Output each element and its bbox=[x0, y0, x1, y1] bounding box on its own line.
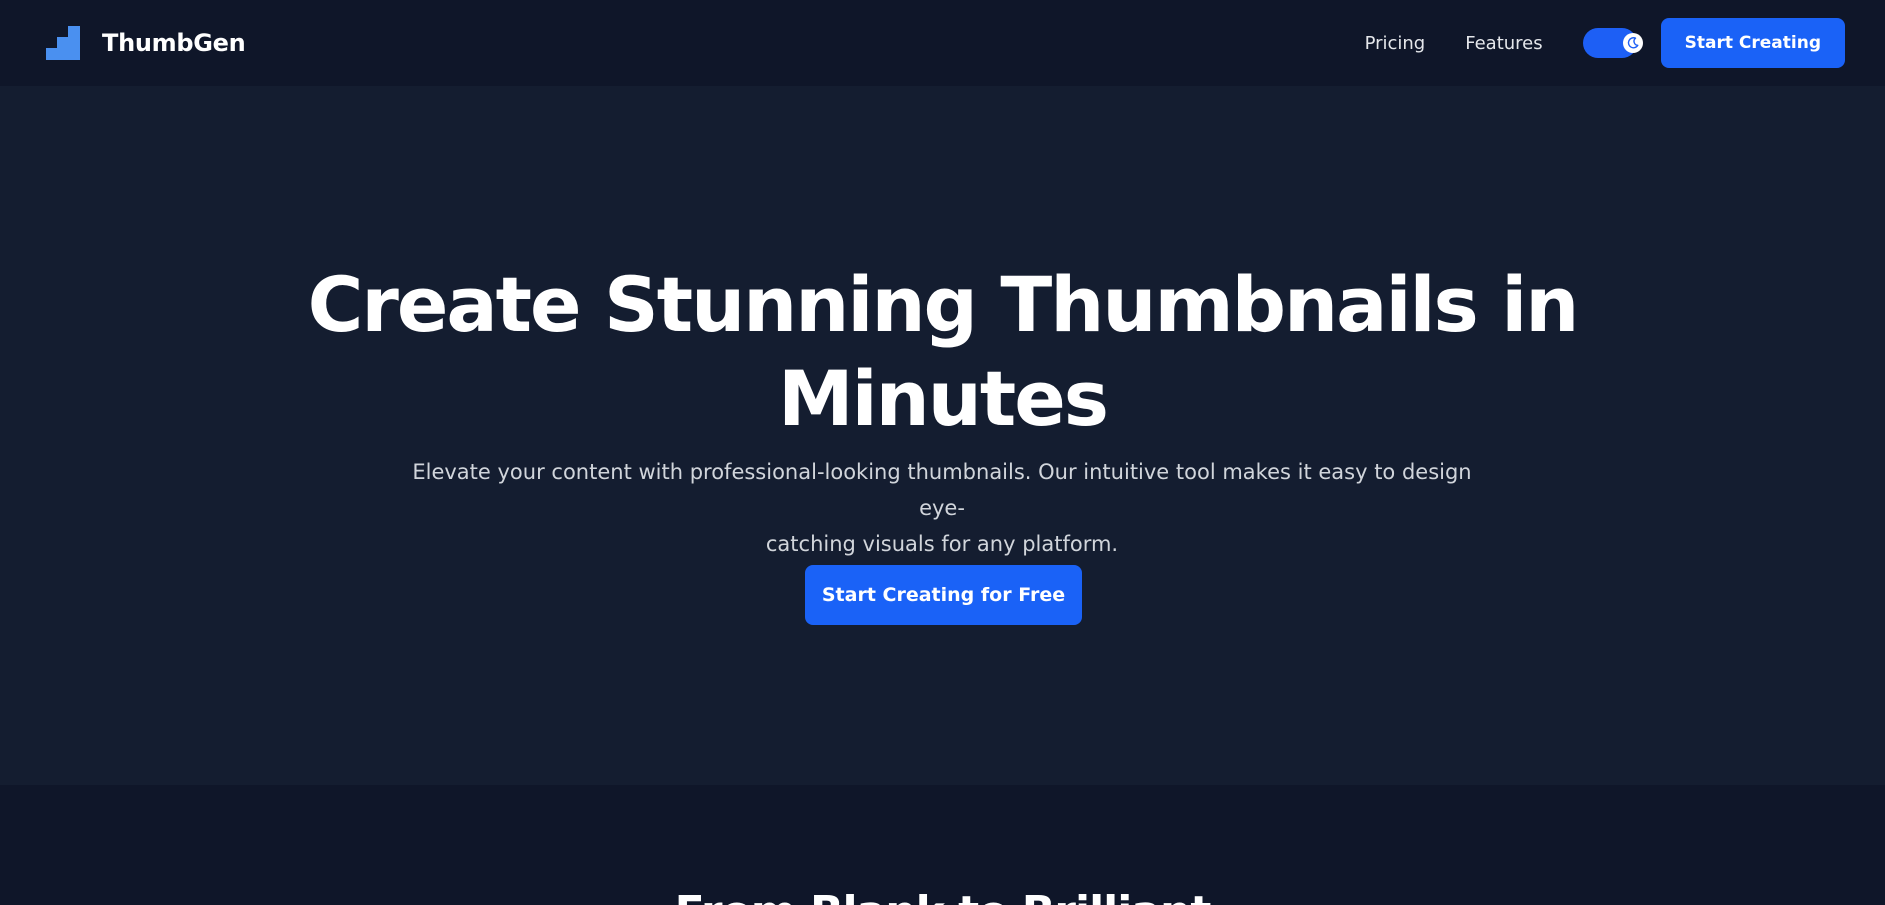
hero-subtitle-line-2: catching visuals for any platform. bbox=[765, 532, 1119, 556]
start-creating-button[interactable]: Start Creating bbox=[1660, 18, 1845, 68]
nav-link-pricing[interactable]: Pricing bbox=[1365, 33, 1426, 54]
hero-subtitle-line-1: Elevate your content with professional-l… bbox=[412, 460, 1472, 520]
hero-section: Create Stunning Thumbnails in Minutes El… bbox=[0, 86, 1885, 785]
start-creating-free-button[interactable]: Start Creating for Free bbox=[805, 565, 1082, 625]
features-section: From Blank to Brilliant bbox=[0, 785, 1885, 905]
stairs-logo-icon bbox=[46, 26, 80, 60]
nav-link-features[interactable]: Features bbox=[1465, 33, 1542, 54]
navbar: ThumbGen Pricing Features Start Creating bbox=[0, 0, 1885, 86]
brand[interactable]: ThumbGen bbox=[46, 26, 246, 60]
hero-subtitle: Elevate your content with professional-l… bbox=[412, 454, 1472, 562]
section-title: From Blank to Brilliant bbox=[0, 887, 1885, 905]
hero-title: Create Stunning Thumbnails in Minutes bbox=[0, 258, 1885, 446]
brand-name: ThumbGen bbox=[102, 29, 246, 57]
theme-toggle-knob bbox=[1622, 33, 1643, 53]
hero-title-line-2: Minutes bbox=[777, 354, 1109, 443]
moon-icon bbox=[1627, 37, 1639, 49]
theme-toggle[interactable] bbox=[1582, 28, 1643, 58]
nav-menu: Pricing Features Start Creating bbox=[1365, 18, 1845, 68]
hero-title-line-1: Create Stunning Thumbnails in bbox=[307, 260, 1580, 349]
